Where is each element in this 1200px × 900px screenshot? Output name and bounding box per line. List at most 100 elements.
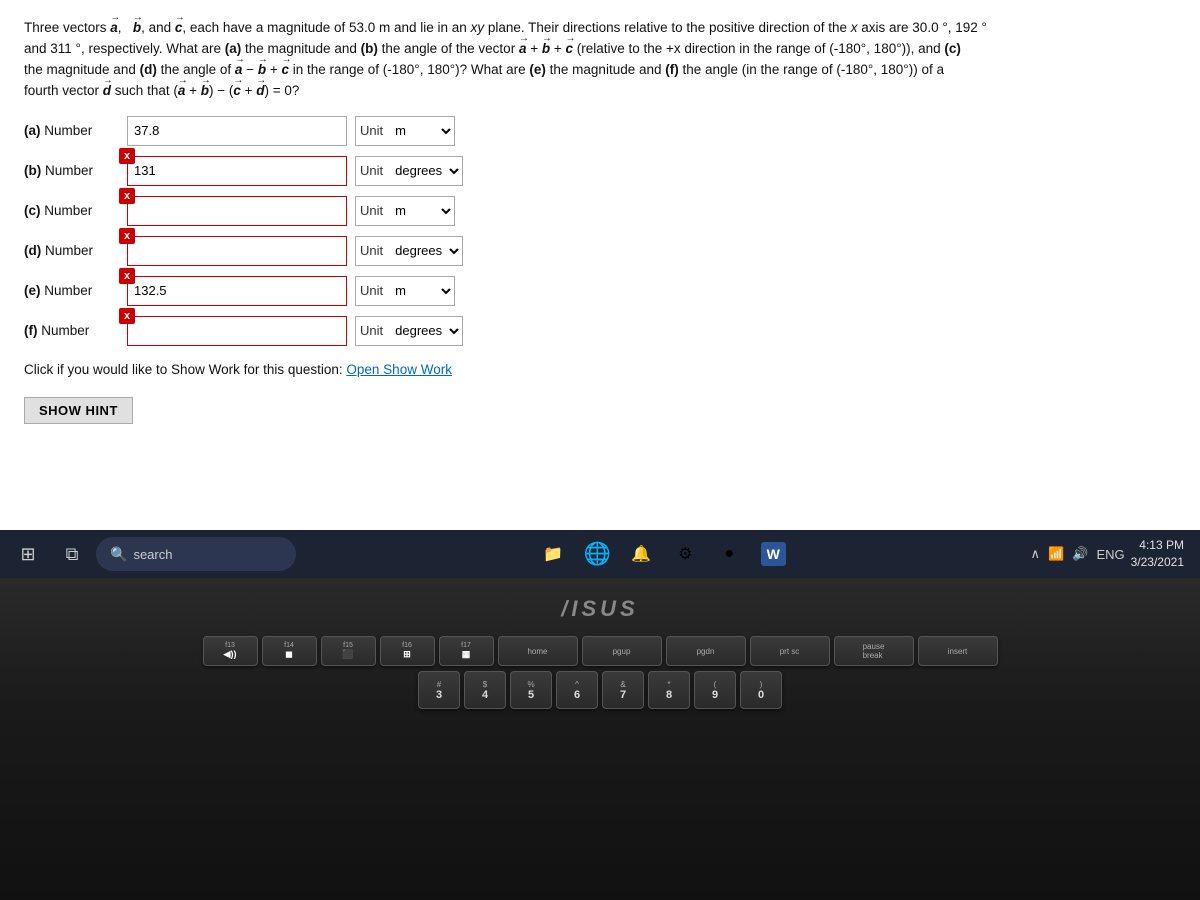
fn-key-f14[interactable]: f14 ◼: [262, 636, 317, 666]
date-display: 3/23/2021: [1131, 554, 1184, 571]
key-5[interactable]: % 5: [510, 671, 552, 709]
time-display: 4:13 PM: [1139, 537, 1184, 554]
edge-icon: 🌐: [584, 541, 611, 567]
file-explorer-icon: 📁: [543, 544, 563, 564]
taskbar-file-app[interactable]: 📁: [533, 534, 573, 574]
taskbar-apps: 📁 🌐 🔔 ⚙ ● W: [300, 534, 1027, 574]
answer-row-d: (d) Number x Unitdegreesradians: [24, 236, 1176, 266]
unit-select-a[interactable]: mkm: [387, 117, 454, 145]
number-input-wrap-e: x: [127, 276, 347, 306]
start-button[interactable]: ⊞: [8, 534, 48, 574]
unit-select-f[interactable]: degreesradians: [387, 317, 462, 345]
speaker-icon[interactable]: 🔊: [1072, 546, 1088, 562]
number-input-e[interactable]: [127, 276, 347, 306]
unit-select-d[interactable]: degreesradians: [387, 237, 462, 265]
problem-statement: Three vectors a, b, and c, each have a m…: [24, 18, 1176, 102]
open-show-work-link[interactable]: Open Show Work: [346, 362, 452, 377]
gear-icon: ⚙: [678, 544, 692, 564]
fn-key-row: f13 ◀)) f14 ◼ f15 ⬛ f16 ⊞ f17 ▦ home pgu…: [203, 636, 998, 666]
special-key-pause[interactable]: pausebreak: [834, 636, 914, 666]
fn-key-f17[interactable]: f17 ▦: [439, 636, 494, 666]
answer-row-c: (c) NumberxUnitmkm: [24, 196, 1176, 226]
number-input-a[interactable]: [127, 116, 347, 146]
special-key-home[interactable]: home: [498, 636, 578, 666]
special-key-prtsc[interactable]: prt sc: [750, 636, 830, 666]
answer-label-f: (f) Number: [24, 323, 119, 338]
keyboard: f13 ◀)) f14 ◼ f15 ⬛ f16 ⊞ f17 ▦ home pgu…: [100, 636, 1100, 709]
language-label: ENG: [1096, 547, 1124, 562]
answer-rows: (a) NumberUnitmkm(b) NumberxUnitdegreesr…: [24, 116, 1176, 346]
laptop-body: /ISUS f13 ◀)) f14 ◼ f15 ⬛ f16 ⊞ f17 ▦: [0, 578, 1200, 900]
task-view-button[interactable]: ⧉: [52, 534, 92, 574]
taskbar-gear-app[interactable]: ⚙: [665, 534, 705, 574]
unit-select-wrap-e: Unitmkm: [355, 276, 455, 306]
key-9[interactable]: ( 9: [694, 671, 736, 709]
unit-select-wrap-c: Unitmkm: [355, 196, 455, 226]
number-input-b[interactable]: [127, 156, 347, 186]
unit-label-e: Unit: [356, 283, 387, 298]
fn-key-f16[interactable]: f16 ⊞: [380, 636, 435, 666]
chevron-up-icon[interactable]: ∧: [1031, 546, 1041, 562]
taskbar-chrome-app[interactable]: ●: [709, 534, 749, 574]
task-view-icon: ⧉: [66, 544, 79, 565]
key-6[interactable]: ^ 6: [556, 671, 598, 709]
answer-label-a: (a) Number: [24, 123, 119, 138]
taskbar-bell-app[interactable]: 🔔: [621, 534, 661, 574]
key-0[interactable]: ) 0: [740, 671, 782, 709]
number-input-wrap-d: x: [127, 236, 347, 266]
word-icon: W: [761, 542, 786, 566]
key-3[interactable]: # 3: [418, 671, 460, 709]
number-input-f[interactable]: [127, 316, 347, 346]
unit-label-b: Unit: [356, 163, 387, 178]
error-badge-f: x: [119, 308, 135, 324]
special-key-pgdn[interactable]: pgdn: [666, 636, 746, 666]
chrome-icon: ●: [724, 545, 734, 563]
windows-icon: ⊞: [20, 544, 35, 565]
error-badge-d: x: [119, 228, 135, 244]
error-badge-b: x: [119, 148, 135, 164]
unit-select-wrap-b: Unitdegreesradians: [355, 156, 463, 186]
answer-label-d: (d) Number: [24, 243, 119, 258]
taskbar-word-app[interactable]: W: [753, 534, 793, 574]
vector-sum-abc: a: [519, 39, 527, 60]
unit-label-f: Unit: [356, 323, 387, 338]
unit-label-a: Unit: [356, 123, 387, 138]
unit-select-wrap-a: Unitmkm: [355, 116, 455, 146]
key-8[interactable]: * 8: [648, 671, 690, 709]
special-key-insert[interactable]: insert: [918, 636, 998, 666]
number-input-c[interactable]: [127, 196, 347, 226]
wifi-icon: 📶: [1048, 546, 1064, 562]
show-work-row: Click if you would like to Show Work for…: [24, 362, 1176, 377]
unit-select-b[interactable]: degreesradians: [387, 157, 462, 185]
error-badge-c: x: [119, 188, 135, 204]
special-key-pgup[interactable]: pgup: [582, 636, 662, 666]
answer-label-e: (e) Number: [24, 283, 119, 298]
number-input-wrap-f: x: [127, 316, 347, 346]
unit-select-c[interactable]: mkm: [387, 197, 454, 225]
unit-select-wrap-f: Unitdegreesradians: [355, 316, 463, 346]
answer-label-b: (b) Number: [24, 163, 119, 178]
answer-row-a: (a) Number Unitmkm: [24, 116, 1176, 146]
taskbar-clock[interactable]: 4:13 PM 3/23/2021: [1131, 537, 1184, 571]
vector-b: b: [133, 18, 141, 39]
answer-label-c: (c) Number: [24, 203, 119, 218]
fn-key-f13[interactable]: f13 ◀)): [203, 636, 258, 666]
unit-select-wrap-d: Unitdegreesradians: [355, 236, 463, 266]
key-7[interactable]: & 7: [602, 671, 644, 709]
taskbar-search-box[interactable]: 🔍 search: [96, 537, 296, 571]
answer-row-f: (f) Number x Unitdegreesradians: [24, 316, 1176, 346]
unit-select-e[interactable]: mkm: [387, 277, 454, 305]
show-hint-button[interactable]: SHOW HINT: [24, 397, 133, 424]
asus-logo: /ISUS: [561, 596, 638, 622]
fn-key-f15[interactable]: f15 ⬛: [321, 636, 376, 666]
number-key-row: # 3 $ 4 % 5 ^ 6 & 7 * 8: [418, 671, 782, 709]
and-text: and: [149, 20, 175, 35]
taskbar-edge-app[interactable]: 🌐: [577, 534, 617, 574]
main-content-window: Three vectors a, b, and c, each have a m…: [0, 0, 1200, 530]
unit-label-c: Unit: [356, 203, 387, 218]
number-input-d[interactable]: [127, 236, 347, 266]
taskbar-right: ∧ 📶 🔊 ENG 4:13 PM 3/23/2021: [1031, 537, 1192, 571]
key-4[interactable]: $ 4: [464, 671, 506, 709]
unit-label-d: Unit: [356, 243, 387, 258]
answer-row-e: (e) Number x Unitmkm: [24, 276, 1176, 306]
